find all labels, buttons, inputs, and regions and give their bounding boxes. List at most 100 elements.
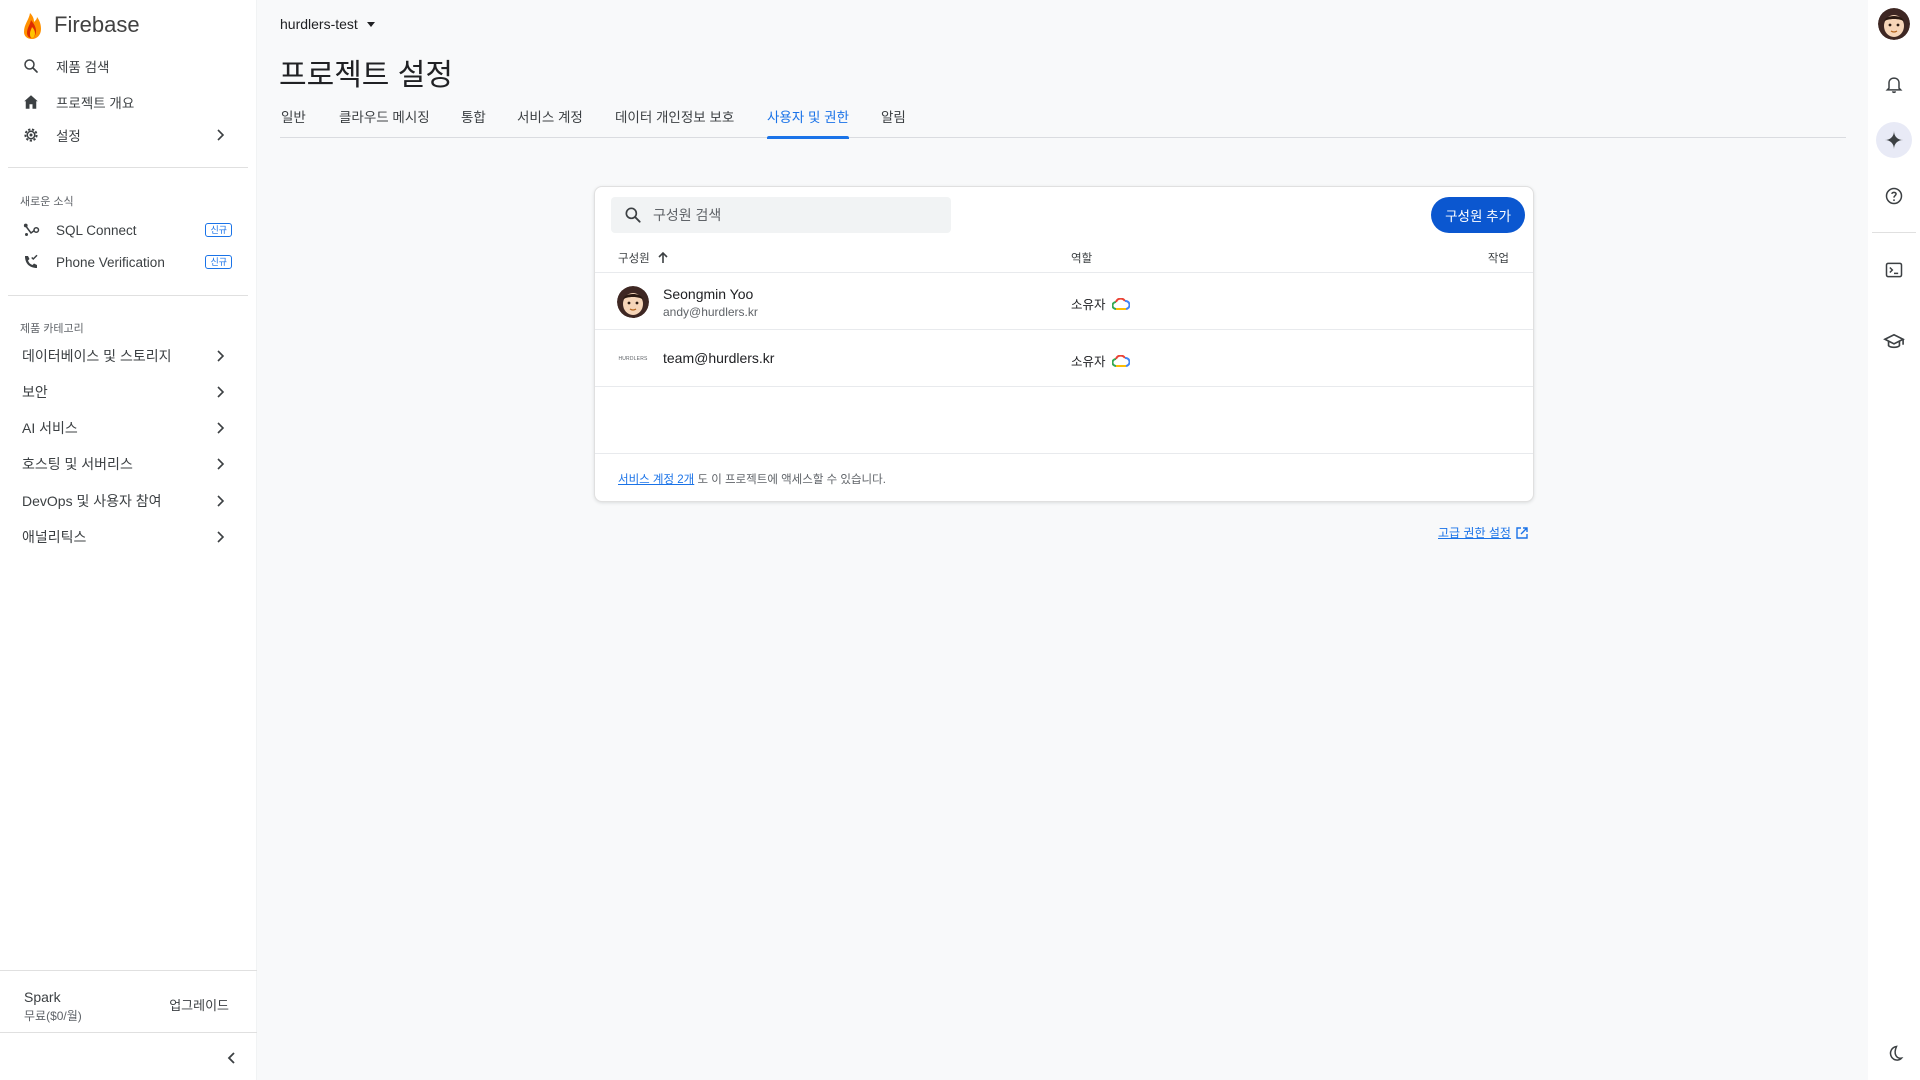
phone-check-icon (22, 253, 40, 271)
brand-name: Firebase (54, 12, 140, 37)
home-icon (22, 93, 40, 111)
tab-users-permissions[interactable]: 사용자 및 권한 (767, 104, 850, 139)
chevron-right-icon (217, 458, 225, 470)
category-label: 데이터베이스 및 스토리지 (22, 348, 172, 364)
search-icon (22, 57, 40, 75)
member-name: Seongmin Yoo (663, 286, 754, 302)
chevron-right-icon (217, 422, 225, 434)
google-cloud-icon (1111, 354, 1130, 367)
add-member-button[interactable]: 구성원 추가 (1431, 197, 1525, 233)
category-label: 보안 (22, 384, 48, 400)
terminal-icon (1885, 262, 1903, 278)
service-accounts-text: 서비스 계정 2개 도 이 프로젝트에 액세스할 수 있습니다. (618, 471, 886, 487)
chevron-right-icon (217, 129, 225, 141)
service-accounts-note: 서비스 계정 2개 도 이 프로젝트에 액세스할 수 있습니다. (595, 453, 1533, 501)
team-logo: HURDLERS (617, 343, 649, 375)
gemini-button[interactable] (1876, 122, 1912, 158)
plan-panel: Spark 무료($0/월) 업그레이드 (0, 970, 257, 1032)
tab-alerts[interactable]: 알림 (881, 104, 906, 138)
sql-connect-icon (22, 221, 40, 239)
new-badge: 신규 (205, 223, 232, 237)
phone-verification-label: Phone Verification (56, 254, 165, 270)
upgrade-button[interactable]: 업그레이드 (169, 995, 229, 1014)
plan-name: Spark (24, 989, 61, 1005)
notifications-button[interactable] (1876, 66, 1912, 102)
search-icon (625, 207, 641, 223)
collapse-sidebar-icon[interactable] (223, 1049, 241, 1067)
member-name: team@hurdlers.kr (663, 350, 775, 366)
category-label: 호스팅 및 서버리스 (22, 456, 133, 472)
app-root: Firebase 제품 검색 프로젝트 개요 설정 새로운 소식 SQL Con… (0, 0, 1920, 1080)
table-row: HURDLERS team@hurdlers.kr 소유자 (595, 331, 1533, 387)
moon-icon (1889, 1045, 1904, 1061)
chevron-right-icon (217, 386, 225, 398)
tab-general[interactable]: 일반 (281, 104, 306, 138)
page-title: 프로젝트 설정 (279, 59, 453, 92)
chevron-right-icon (217, 531, 225, 543)
advanced-permissions-link[interactable]: 고급 권한 설정 (1438, 524, 1529, 541)
sidebar-item-overview[interactable]: 프로젝트 개요 (8, 86, 248, 118)
firebase-logo[interactable]: Firebase (20, 10, 140, 40)
external-link-icon (1516, 526, 1528, 539)
member-column-header[interactable]: 구성원 (618, 250, 670, 266)
tab-data-privacy[interactable]: 데이터 개인정보 보호 (615, 104, 734, 138)
sidebar-category-analytics[interactable]: 애널리틱스 (8, 520, 248, 554)
settings-tabs: 일반 클라우드 메시징 통합 서비스 계정 데이터 개인정보 보호 사용자 및 … (280, 104, 1846, 139)
member-search[interactable] (611, 197, 951, 233)
help-icon (1885, 187, 1903, 205)
member-role: 소유자 (1071, 351, 1130, 370)
advanced-permissions-label: 고급 권한 설정 (1438, 526, 1511, 540)
whats-new-label: 새로운 소식 (20, 196, 74, 208)
gemini-sparkle-icon (1884, 130, 1904, 150)
sidebar-item-phone-verification[interactable]: Phone Verification 신규 (8, 246, 248, 278)
dark-mode-button[interactable] (1876, 1036, 1912, 1072)
member-identity: team@hurdlers.kr (663, 350, 774, 366)
tab-service-accounts[interactable]: 서비스 계정 (517, 104, 583, 138)
category-label: DevOps 및 사용자 참여 (22, 493, 162, 509)
project-name: hurdlers-test (280, 16, 358, 32)
sidebar-product-search[interactable]: 제품 검색 (8, 50, 248, 82)
role-label: 소유자 (1071, 298, 1106, 312)
sql-connect-label: SQL Connect (56, 222, 137, 238)
role-column-header: 역할 (1071, 253, 1093, 265)
learning-button[interactable] (1876, 324, 1912, 360)
graduation-cap-icon (1883, 333, 1905, 349)
category-label: 애널리틱스 (22, 529, 87, 545)
service-accounts-suffix: 도 이 프로젝트에 액세스할 수 있습니다. (694, 474, 886, 486)
member-column-label: 구성원 (618, 253, 650, 265)
sidebar-category-ai-services[interactable]: AI 서비스 (8, 411, 248, 445)
member-email: andy@hurdlers.kr (663, 305, 758, 319)
user-avatar-icon (1878, 8, 1910, 40)
caret-down-icon (366, 22, 375, 27)
account-avatar[interactable] (1878, 8, 1910, 40)
members-table-header: 구성원 역할 작업 (595, 241, 1533, 273)
tab-integrations[interactable]: 통합 (461, 104, 486, 138)
bell-icon (1885, 77, 1903, 94)
sidebar-item-settings[interactable]: 설정 (8, 119, 248, 151)
sidebar-category-security[interactable]: 보안 (8, 375, 248, 409)
sidebar-item-sql-connect[interactable]: SQL Connect 신규 (8, 214, 248, 246)
members-card: 구성원 추가 구성원 역할 작업 Seongmin Yoo (594, 186, 1534, 502)
sidebar: Firebase 제품 검색 프로젝트 개요 설정 새로운 소식 SQL Con… (0, 0, 257, 1080)
cloud-shell-button[interactable] (1876, 252, 1912, 288)
sidebar-category-database-storage[interactable]: 데이터베이스 및 스토리지 (8, 339, 248, 373)
help-button[interactable] (1876, 178, 1912, 214)
tab-cloud-messaging[interactable]: 클라우드 메시징 (339, 104, 430, 138)
sidebar-category-hosting-serverless[interactable]: 호스팅 및 서버리스 (8, 447, 248, 481)
sidebar-divider (8, 295, 248, 296)
google-cloud-icon (1111, 297, 1130, 310)
firebase-flame-icon (24, 13, 41, 39)
service-accounts-link[interactable]: 서비스 계정 2개 (618, 474, 694, 486)
new-badge: 신규 (205, 255, 232, 269)
role-label: 소유자 (1071, 355, 1106, 369)
sidebar-category-devops-engagement[interactable]: DevOps 및 사용자 참여 (8, 484, 248, 518)
sort-ascending-icon (658, 251, 668, 263)
sidebar-divider (8, 167, 248, 168)
avatar (617, 286, 649, 318)
table-row: Seongmin Yoo andy@hurdlers.kr 소유자 (595, 274, 1533, 330)
right-rail (1868, 0, 1920, 1080)
member-search-input[interactable] (653, 207, 933, 223)
sidebar-footer (0, 1032, 257, 1080)
member-identity: Seongmin Yoo andy@hurdlers.kr (663, 286, 758, 319)
project-selector[interactable]: hurdlers-test (280, 14, 376, 34)
